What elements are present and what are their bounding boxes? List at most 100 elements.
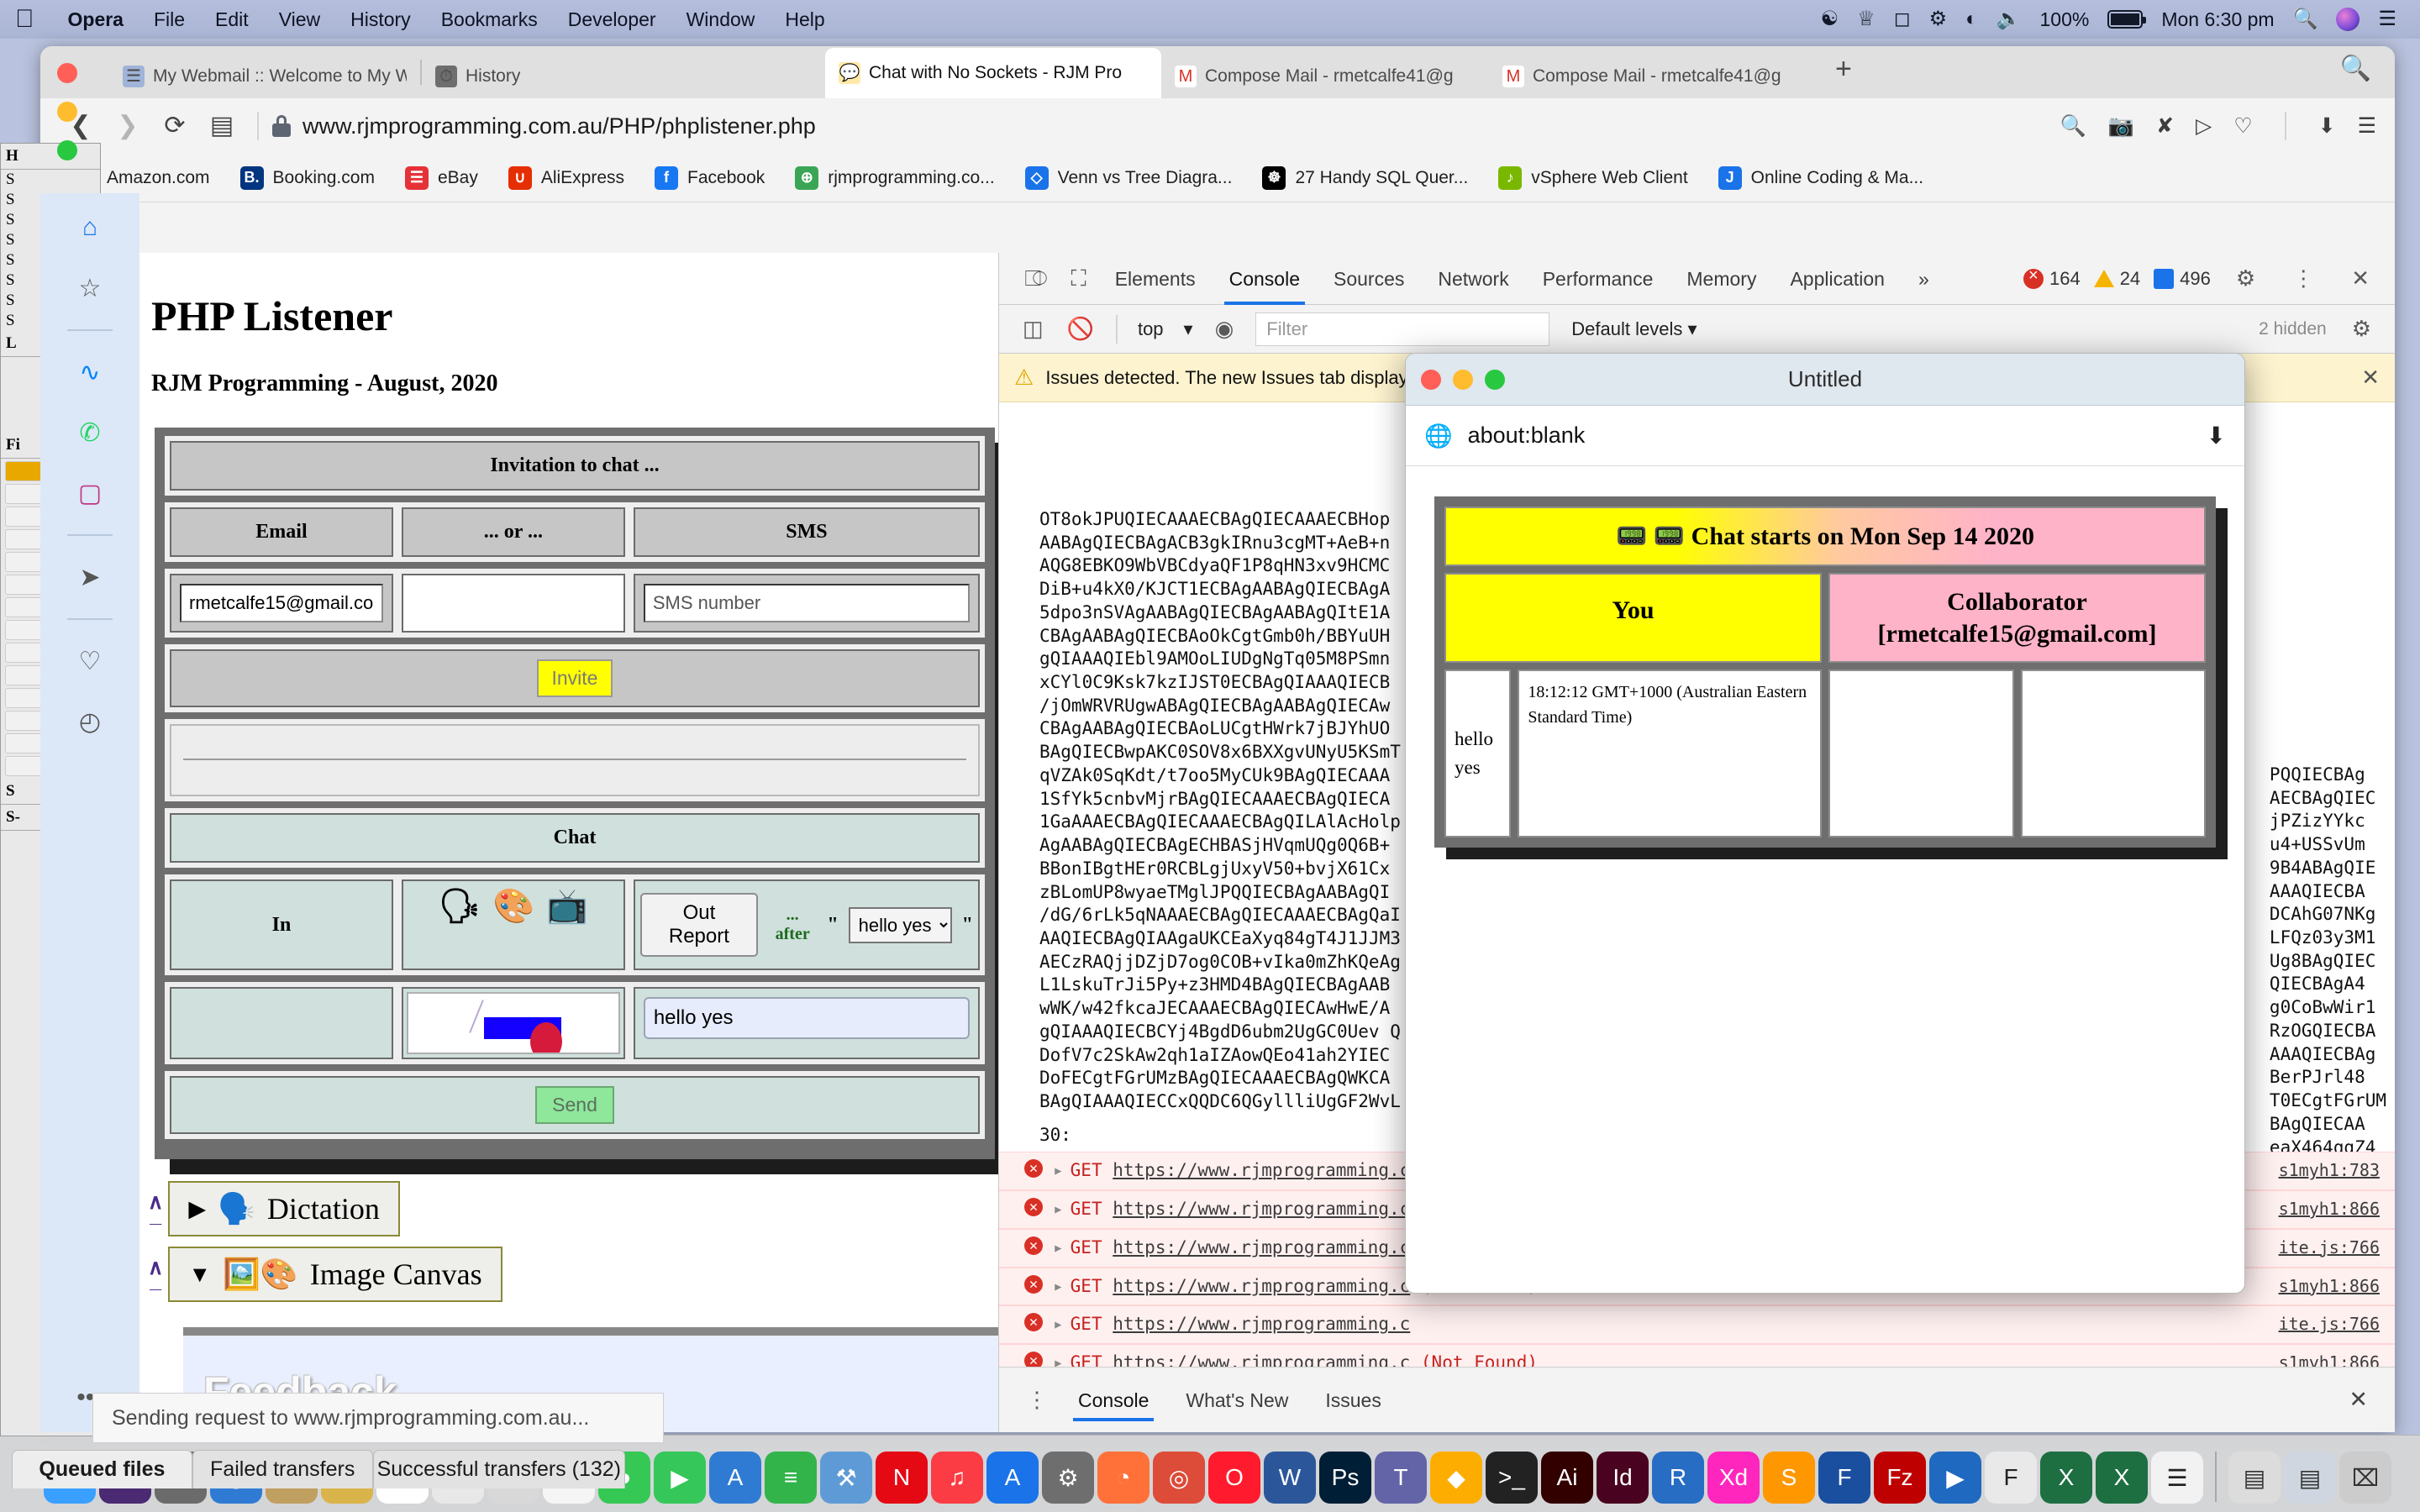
expand-arrow-icon[interactable]: ▸: [1053, 1236, 1064, 1260]
close-banner-icon[interactable]: ✕: [2361, 365, 2380, 391]
alfred-icon[interactable]: ☯: [1821, 9, 1839, 29]
expand-arrow-icon[interactable]: ▸: [1053, 1198, 1064, 1221]
sms-input[interactable]: [643, 584, 970, 622]
transfer-tab[interactable]: Successful transfers (132): [372, 1450, 625, 1488]
heart-icon[interactable]: ♡: [66, 642, 113, 680]
opera-icon[interactable]: O: [1208, 1452, 1260, 1504]
transfer-tab[interactable]: Queued files: [12, 1450, 192, 1488]
numbers-icon[interactable]: ≡: [765, 1452, 817, 1504]
expand-arrow-icon[interactable]: ▸: [1053, 1352, 1064, 1367]
favorites-star-icon[interactable]: ☆: [66, 269, 113, 307]
excel-icon[interactable]: X: [2040, 1452, 2092, 1504]
appstore2-icon[interactable]: A: [986, 1452, 1039, 1504]
tab-overflow-button[interactable]: »: [1902, 253, 1946, 305]
minimize-window-button[interactable]: [57, 102, 77, 122]
firefox-icon[interactable]: ◔: [1097, 1452, 1150, 1504]
console-error-row[interactable]: ✕ ▸ GET https://www.rjmprogramming.c (Not …: [999, 1344, 2395, 1367]
drawer-tab-console[interactable]: Console: [1060, 1368, 1167, 1433]
r-icon[interactable]: R: [1652, 1452, 1704, 1504]
settings-gear-icon[interactable]: ⚙: [2224, 265, 2267, 291]
history-clock-icon[interactable]: ◴: [66, 702, 113, 741]
palette-emoji-icon[interactable]: 🎨: [492, 886, 534, 926]
preview-icon[interactable]: ⚒: [820, 1452, 872, 1504]
bookmark-1[interactable]: B. Booking.com: [225, 165, 390, 190]
popup-minimize-button[interactable]: [1453, 369, 1473, 390]
airplay-icon[interactable]: ◻: [1894, 9, 1911, 29]
tab-elements[interactable]: Elements: [1098, 253, 1213, 305]
menu-file[interactable]: File: [139, 8, 200, 31]
audacity-icon[interactable]: ▶: [1929, 1452, 1981, 1504]
documents-stack-icon[interactable]: ▤: [2284, 1452, 2336, 1504]
tab-console[interactable]: Console: [1213, 253, 1317, 305]
spotlight-search-icon[interactable]: 🔍: [2293, 9, 2318, 29]
app-store-icon[interactable]: A: [709, 1452, 761, 1504]
search-in-page-icon[interactable]: 🔍: [2060, 114, 2086, 139]
inspect-element-icon[interactable]: ⎄: [1013, 265, 1060, 292]
trash-icon[interactable]: ⌧: [2339, 1452, 2391, 1504]
excel2-icon[interactable]: X: [2096, 1452, 2148, 1504]
error-url[interactable]: https://www.rjmprogramming.c: [1113, 1313, 1410, 1336]
netflix-icon[interactable]: N: [876, 1452, 928, 1504]
ad-block-icon[interactable]: ✘: [2156, 113, 2174, 139]
reload-button[interactable]: ⟳: [153, 113, 197, 139]
telegram-icon[interactable]: ➤: [66, 558, 113, 596]
error-source[interactable]: s1myh1:866: [2279, 1275, 2380, 1297]
whatsapp-icon[interactable]: ✆: [66, 413, 113, 452]
bookmark-2[interactable]: ☰ eBay: [390, 165, 493, 190]
error-source[interactable]: s1myh1:783: [2279, 1159, 2380, 1181]
menu-opera[interactable]: Opera: [53, 8, 139, 31]
expand-arrow-icon[interactable]: ▸: [1053, 1313, 1064, 1336]
tab-compose-mail-1[interactable]: M Compose Mail - rmetcalfe41@g: [1161, 55, 1489, 98]
log-levels-selector[interactable]: Default levels ▾: [1560, 318, 1708, 340]
menu-history[interactable]: History: [335, 8, 426, 31]
menu-developer[interactable]: Developer: [553, 8, 671, 31]
forward-button[interactable]: ❯: [106, 113, 150, 139]
bookmark-7[interactable]: ☸ 27 Handy SQL Quer...: [1247, 165, 1483, 190]
menu-edit[interactable]: Edit: [200, 8, 264, 31]
invite-button[interactable]: Invite: [536, 659, 613, 697]
tv-emoji-icon[interactable]: 📺: [546, 886, 588, 926]
downloads-icon[interactable]: ⬇: [2318, 113, 2336, 139]
bookmark-5[interactable]: ⊕ rjmprogramming.co...: [780, 165, 1009, 190]
bookmark-3[interactable]: ∪ AliExpress: [493, 165, 639, 190]
speed-dial-icon[interactable]: ▤: [200, 113, 244, 139]
tab-history[interactable]: ⏱ History: [422, 55, 632, 98]
sketch-icon[interactable]: ◆: [1430, 1452, 1482, 1504]
error-url[interactable]: https://www.rjmprogramming.c: [1113, 1198, 1410, 1221]
facetime-icon[interactable]: ▶: [654, 1452, 706, 1504]
sublime-icon[interactable]: S: [1763, 1452, 1815, 1504]
bookmark-9[interactable]: J Online Coding & Ma...: [1703, 165, 1939, 190]
drawer-more-icon[interactable]: ⋮: [1014, 1387, 1060, 1413]
error-url[interactable]: https://www.rjmprogramming.c: [1113, 1236, 1410, 1260]
tab-application[interactable]: Application: [1773, 253, 1902, 305]
tab-network[interactable]: Network: [1421, 253, 1525, 305]
instagram-icon[interactable]: ▢: [66, 474, 113, 512]
console-error-row[interactable]: ✕ ▸ GET https://www.rjmprogramming.c ite.js…: [999, 1305, 2395, 1344]
bookmark-4[interactable]: f Facebook: [639, 165, 780, 190]
send-button[interactable]: Send: [535, 1086, 614, 1124]
menu-view[interactable]: View: [264, 8, 335, 31]
messenger-icon[interactable]: ∿: [66, 353, 113, 391]
error-source[interactable]: s1myh1:866: [2279, 1352, 2380, 1367]
close-devtools-icon[interactable]: ✕: [2339, 265, 2381, 291]
chat-message-input[interactable]: [643, 997, 970, 1039]
tab-my-webmail[interactable]: ☰ My Webmail :: Welcome to My W: [109, 55, 420, 98]
error-url[interactable]: https://www.rjmprogramming.c: [1113, 1352, 1410, 1367]
close-window-button[interactable]: [57, 63, 77, 83]
siri-icon[interactable]: [2336, 8, 2360, 31]
more-options-icon[interactable]: ⋮: [2281, 265, 2326, 291]
clear-console-icon[interactable]: 🚫: [1055, 316, 1106, 342]
tab-sources[interactable]: Sources: [1317, 253, 1421, 305]
snapshot-icon[interactable]: 📷: [2108, 114, 2134, 139]
pages-icon[interactable]: ☰: [2151, 1452, 2203, 1504]
tab-memory[interactable]: Memory: [1670, 253, 1773, 305]
control-center-icon[interactable]: ☰: [2378, 9, 2396, 29]
transfer-tab[interactable]: Failed transfers: [192, 1450, 373, 1488]
expand-arrow-icon[interactable]: ▸: [1053, 1159, 1064, 1183]
warning-counter[interactable]: 24: [2093, 268, 2140, 290]
resize-handle-canvas[interactable]: ∧ _: [148, 1257, 163, 1291]
error-counter[interactable]: 164: [2023, 266, 2081, 290]
info-counter[interactable]: 496: [2154, 268, 2211, 290]
tab-search-icon[interactable]: 🔍: [2340, 54, 2395, 92]
photoshop-icon[interactable]: Ps: [1319, 1452, 1371, 1504]
